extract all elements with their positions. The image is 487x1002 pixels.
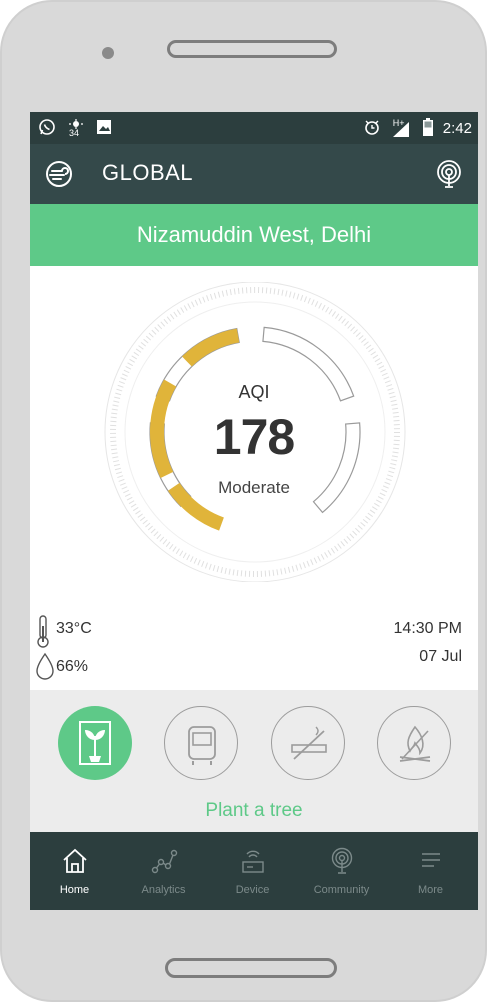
location-banner[interactable]: Nizamuddin West, Delhi [30, 204, 478, 266]
status-time: 2:42 [442, 120, 472, 137]
analytics-icon [151, 849, 178, 874]
phone-frame: 34 H+ 2:42 GLOBAL Nizamuddin West, Delhi… [0, 0, 487, 1002]
no-fire-icon [399, 725, 431, 762]
nav-label-home: Home [59, 884, 90, 896]
nav-label-analytics: Analytics [141, 884, 186, 896]
radar-icon[interactable] [434, 159, 464, 189]
battery-icon [422, 118, 433, 139]
whatsapp-icon [38, 118, 56, 139]
nav-label-more: More [417, 884, 444, 896]
nav-item-more[interactable]: More [386, 832, 475, 910]
speaker [167, 40, 337, 58]
action-caption: Plant a tree [205, 800, 303, 821]
weather-temp: 34 [69, 127, 80, 138]
app-bar: GLOBAL [30, 144, 478, 204]
no-smoking-button[interactable] [271, 706, 345, 780]
weather-icon: 34 [68, 118, 84, 139]
plant-icon [79, 721, 111, 765]
thermometer-icon [36, 614, 50, 648]
globe-icon[interactable] [44, 159, 74, 189]
image-icon [96, 119, 112, 138]
aqi-status: Moderate [218, 478, 290, 497]
camera [102, 47, 114, 59]
bus-icon [188, 726, 216, 765]
signal-icon: H+ [391, 117, 413, 138]
humidity: 66% [56, 658, 89, 675]
network-type: H+ [392, 117, 405, 128]
community-icon [331, 847, 353, 874]
nav-item-community[interactable]: Community [297, 832, 386, 910]
bottom-nav: Home Analytics Device Community More [30, 832, 478, 910]
reading-time: 14:30 PM [393, 620, 462, 637]
home-icon [63, 848, 87, 873]
reading-date: 07 Jul [419, 648, 462, 665]
status-bar: 34 H+ 2:42 [30, 112, 478, 144]
screen: 34 H+ 2:42 GLOBAL Nizamuddin West, Delhi… [30, 112, 478, 910]
nav-item-device[interactable]: Device [208, 832, 297, 910]
alarm-icon [363, 118, 381, 139]
aqi-value: 178 [213, 409, 295, 465]
nav-label-community: Community [313, 884, 370, 896]
nav-item-home[interactable]: Home [30, 832, 119, 910]
nav-label-device: Device [235, 884, 270, 896]
public-transport-button[interactable] [164, 706, 238, 780]
no-burning-button[interactable] [377, 706, 451, 780]
device-icon [242, 850, 264, 873]
aqi-label: AQI [238, 382, 270, 402]
home-button[interactable] [165, 958, 337, 978]
gauge-fill-segment [182, 328, 240, 367]
temperature: 33°C [56, 620, 92, 637]
action-carousel: Plant a tree [30, 690, 478, 832]
page-title: GLOBAL [102, 160, 194, 185]
no-smoking-icon [291, 726, 327, 760]
plant-tree-button[interactable] [58, 706, 132, 780]
nav-item-analytics[interactable]: Analytics [119, 832, 208, 910]
more-icon [422, 853, 440, 867]
droplet-icon [34, 652, 56, 680]
